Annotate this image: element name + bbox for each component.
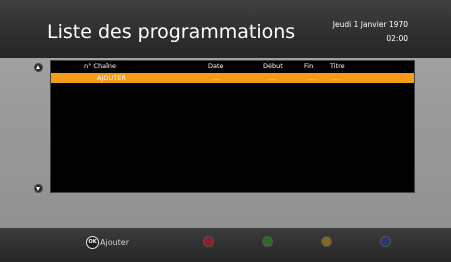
column-channel: n° Chaîne: [84, 62, 117, 70]
row-title: ...: [332, 74, 339, 82]
add-label: Ajouter: [100, 237, 130, 247]
header-bar: Liste des programmations Jeudi 1 Janvier…: [0, 0, 451, 58]
column-start: Début: [263, 62, 283, 70]
ok-icon: OK: [86, 235, 99, 249]
list-header: n° Chaîne Date Début Fin Titre: [51, 61, 414, 72]
scroll-up-icon[interactable]: [34, 63, 43, 72]
blue-button-icon[interactable]: [380, 236, 391, 247]
row-date: ...: [213, 74, 220, 82]
row-start: ...: [269, 74, 276, 82]
green-button-icon[interactable]: [262, 236, 273, 247]
scroll-down-icon[interactable]: [34, 184, 43, 193]
column-date: Date: [208, 62, 224, 70]
row-channel: AJOUTER: [97, 74, 126, 82]
page-title: Liste des programmations: [47, 21, 296, 43]
footer-bar: OK Ajouter: [0, 228, 451, 262]
yellow-button-icon[interactable]: [321, 236, 332, 247]
recordings-list: n° Chaîne Date Début Fin Titre AJOUTER .…: [50, 60, 415, 193]
date-display: Jeudi 1 Janvier 1970: [332, 20, 408, 29]
list-item-add[interactable]: AJOUTER ... ... ... ...: [51, 73, 414, 83]
column-end: Fin: [304, 62, 314, 70]
column-title: Titre: [330, 62, 345, 70]
time-display: 02:00: [386, 34, 408, 43]
add-button[interactable]: OK Ajouter: [86, 235, 129, 249]
red-button-icon[interactable]: [203, 236, 214, 247]
row-end: ...: [308, 74, 315, 82]
